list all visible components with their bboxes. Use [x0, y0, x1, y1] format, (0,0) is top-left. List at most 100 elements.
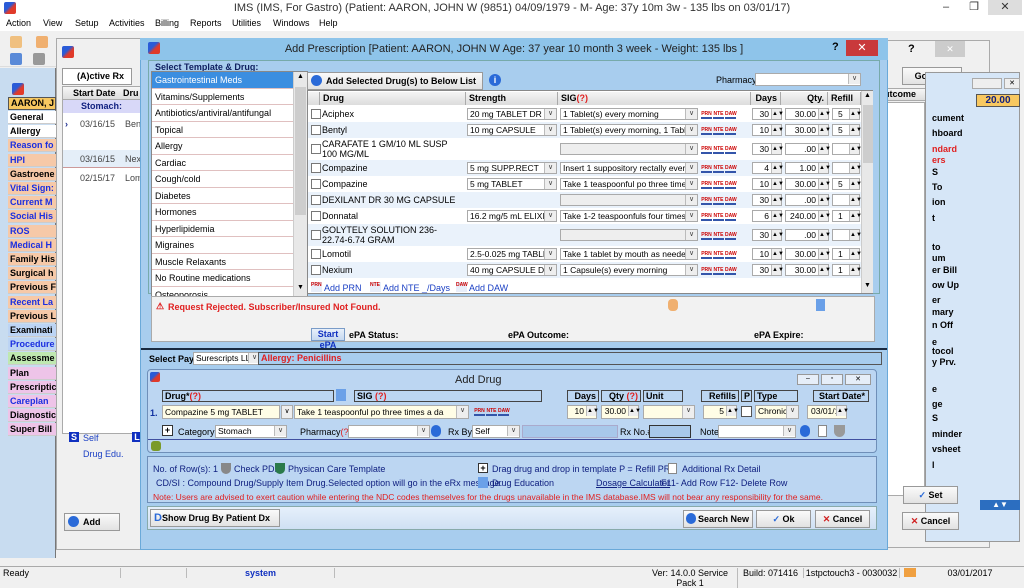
- spinner-icon[interactable]: ▲▼: [849, 195, 862, 205]
- spinner-icon[interactable]: ▲▼: [849, 265, 862, 275]
- doctor-icon[interactable]: [36, 36, 48, 48]
- info-icon[interactable]: i: [489, 74, 501, 86]
- refill-stepper[interactable]: ▲▼: [832, 162, 862, 174]
- nav-item[interactable]: Careplan: [8, 395, 56, 408]
- daw-icon[interactable]: DAW: [498, 405, 510, 416]
- spinner-icon[interactable]: ▲▼: [836, 406, 849, 416]
- nte-icon[interactable]: NTE: [713, 194, 724, 205]
- days-stepper[interactable]: 30 ▲▼: [752, 264, 784, 276]
- scroll-down-icon[interactable]: ▼: [297, 284, 304, 291]
- col-drug[interactable]: Dru: [123, 88, 139, 98]
- daw-icon[interactable]: DAW: [725, 229, 737, 240]
- days-stepper[interactable]: 4 ▲▼: [752, 162, 784, 174]
- col-start-date[interactable]: Start Date: [73, 88, 116, 98]
- right-nav-item[interactable]: hboard: [932, 128, 963, 138]
- daw-icon[interactable]: DAW: [725, 210, 737, 221]
- right-nav-item[interactable]: ers: [932, 155, 946, 165]
- drug-checkbox[interactable]: [311, 249, 321, 259]
- right-help-button[interactable]: ?: [908, 43, 915, 55]
- days-stepper[interactable]: 30 ▲▼: [752, 229, 784, 241]
- right-nav-item[interactable]: vsheet: [932, 444, 961, 454]
- right-nav-item[interactable]: um: [932, 253, 946, 263]
- add-nte-link[interactable]: Add NTE _/Days: [383, 283, 450, 293]
- prn-icon[interactable]: PRN: [701, 264, 712, 275]
- spinner-icon[interactable]: ▲▼: [849, 144, 862, 154]
- nav-item[interactable]: Super Bill: [8, 423, 56, 437]
- prn-icon[interactable]: PRN: [701, 143, 712, 154]
- scroll-down-icon[interactable]: ▼: [864, 282, 871, 289]
- nav-item[interactable]: Gastroene: [8, 167, 56, 181]
- col-strength[interactable]: Strength: [466, 92, 558, 105]
- category-item[interactable]: Allergy: [152, 138, 293, 155]
- col-refill[interactable]: Refill: [828, 92, 861, 105]
- nav-item[interactable]: Prescriptic: [8, 380, 56, 394]
- menu-setup[interactable]: Setup: [75, 18, 99, 28]
- qty-stepper[interactable]: 30.00 ▲▼: [785, 108, 831, 120]
- nte-icon[interactable]: NTE: [486, 405, 497, 416]
- refill-stepper[interactable]: 5 ▲▼: [832, 124, 862, 136]
- category-item[interactable]: Cardiac: [152, 155, 293, 171]
- qty-stepper[interactable]: 30.00 ▲▼: [785, 178, 831, 190]
- drug-checkbox[interactable]: [311, 109, 321, 119]
- spinner-icon[interactable]: ▲▼: [771, 109, 784, 119]
- days-stepper[interactable]: 30 ▲▼: [752, 194, 784, 206]
- right-nav-item[interactable]: t: [932, 213, 935, 223]
- strength-select[interactable]: 5 mg SUPP.RECT ∨: [467, 162, 557, 174]
- start-epa-button[interactable]: Start ePA: [311, 328, 345, 350]
- right-nav-item[interactable]: l: [932, 460, 935, 470]
- right-nav-item[interactable]: To: [932, 182, 942, 192]
- nte-icon[interactable]: NTE: [713, 248, 724, 259]
- right-close-button[interactable]: ✕: [935, 41, 965, 57]
- spinner-icon[interactable]: ▲▼: [818, 179, 831, 189]
- sig-input[interactable]: Take 1 teaspoonful po three times a da ∨: [294, 405, 469, 419]
- right-nav-item[interactable]: er Bill: [932, 265, 957, 275]
- note-add-icon[interactable]: [800, 425, 810, 437]
- minimize-button[interactable]: –: [932, 0, 960, 15]
- dialog-close-button[interactable]: ✕: [846, 40, 878, 56]
- scroll-up-icon[interactable]: ▲: [864, 92, 871, 99]
- col-sig[interactable]: SIG(?): [558, 92, 751, 105]
- sig-select[interactable]: ∨: [560, 229, 698, 241]
- sig-select[interactable]: 1 Tablet(s) every morning ∨: [560, 108, 698, 120]
- right-nav-item[interactable]: cument: [932, 113, 964, 123]
- category-item[interactable]: Topical: [152, 122, 293, 138]
- nte-icon[interactable]: NTE: [713, 143, 724, 154]
- days-stepper[interactable]: 10 ▲▼: [752, 178, 784, 190]
- nte-icon[interactable]: NTE: [713, 178, 724, 189]
- nav-item[interactable]: Assessme: [8, 352, 56, 366]
- refill-stepper[interactable]: 5 ▲▼: [832, 108, 862, 120]
- sig-select[interactable]: ∨: [560, 143, 698, 155]
- sig-select[interactable]: Take 1-2 teaspoonfuls four times a ∨: [560, 210, 698, 222]
- col-days[interactable]: Days: [751, 92, 781, 105]
- nav-item[interactable]: Examinati: [8, 324, 56, 337]
- menu-help[interactable]: Help: [319, 18, 338, 28]
- spinner-icon[interactable]: ▲▼: [771, 125, 784, 135]
- spinner-icon[interactable]: ▲▼: [628, 406, 641, 416]
- add-drug-close-button[interactable]: ✕: [845, 374, 871, 385]
- qty-stepper[interactable]: 30.00 ▲▼: [785, 248, 831, 260]
- sig-select[interactable]: Take 1 tablet by mouth as needed ∨: [560, 248, 698, 260]
- ok-button[interactable]: ✓ Ok: [756, 510, 811, 528]
- sig-help-link[interactable]: (?): [577, 93, 589, 103]
- drug-edu-link[interactable]: Drug Edu.: [83, 449, 124, 459]
- unit-select[interactable]: ∨: [643, 405, 695, 419]
- spinner-icon[interactable]: ▲▼: [771, 265, 784, 275]
- menu-windows[interactable]: Windows: [273, 18, 310, 28]
- sig-select[interactable]: ∨: [560, 194, 698, 206]
- nav-item[interactable]: Procedure: [8, 338, 56, 352]
- patient-icon[interactable]: [10, 36, 22, 48]
- menu-view[interactable]: View: [43, 18, 62, 28]
- nte-icon[interactable]: NTE: [713, 264, 724, 275]
- spinner-icon[interactable]: ▲▼: [726, 406, 739, 416]
- nav-item[interactable]: Social His: [8, 210, 56, 224]
- daw-icon[interactable]: DAW: [725, 178, 737, 189]
- qty-stepper[interactable]: 30.00 ▲▼: [601, 405, 641, 419]
- prn-icon[interactable]: PRN: [474, 405, 485, 416]
- document-icon[interactable]: [816, 299, 825, 311]
- rx-row-date[interactable]: 02/15/17: [80, 173, 115, 183]
- scroll-thumb[interactable]: [863, 105, 873, 163]
- qty-stepper[interactable]: .00 ▲▼: [785, 143, 831, 155]
- pharmacy-field-select[interactable]: ∨: [348, 425, 430, 438]
- spinner-icon[interactable]: ▲▼: [771, 230, 784, 240]
- grid-scrollbar[interactable]: ▲ ▼: [861, 91, 873, 293]
